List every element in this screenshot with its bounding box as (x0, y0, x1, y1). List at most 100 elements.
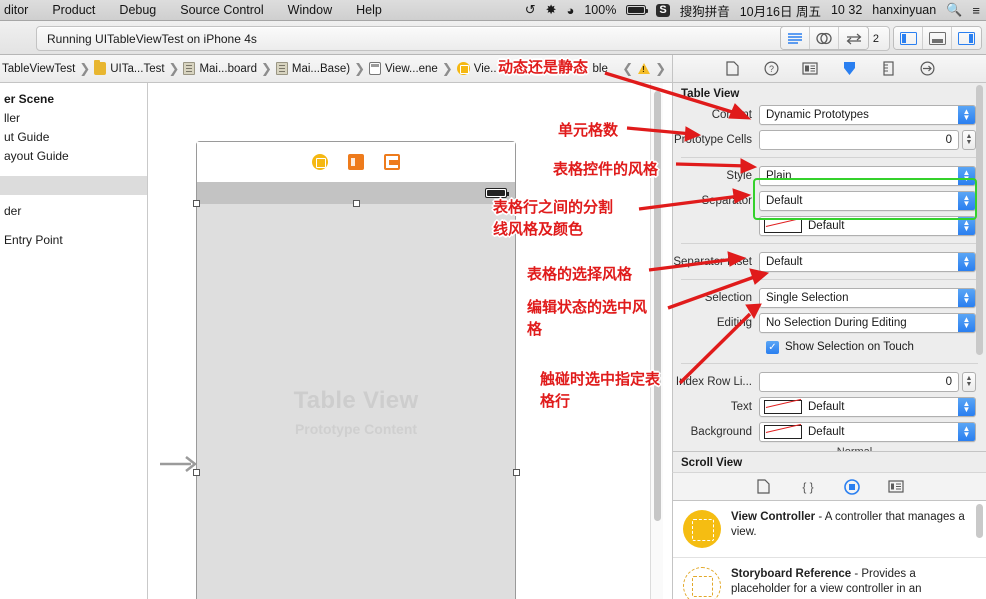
inspector-row-content[interactable]: Content Dynamic Prototypes ▲ ▼ (673, 104, 986, 126)
size-inspector-tab[interactable] (880, 60, 897, 77)
outline-row-top-layout-guide[interactable]: ut Guide (0, 128, 147, 147)
breadcrumb-item-group[interactable]: UITa...Test (92, 60, 166, 75)
checkbox-checked-icon[interactable]: ✓ (766, 340, 779, 354)
utilities-toggle-button[interactable] (952, 27, 981, 49)
navigator-toggle-button[interactable] (894, 27, 923, 49)
list-item[interactable]: Storyboard Reference - Provides a placeh… (673, 558, 986, 599)
outline-row-table-view[interactable] (0, 176, 147, 195)
chevron-updown-icon[interactable]: ▲ ▼ (958, 398, 975, 416)
index-text-color-popup[interactable]: Default ▲ ▼ (759, 397, 976, 417)
menubar-user[interactable]: hanxinyuan (872, 3, 936, 17)
outline-row-scene[interactable]: er Scene (0, 90, 147, 109)
color-well-icon[interactable] (764, 400, 802, 414)
resize-handle[interactable] (193, 200, 200, 207)
list-item[interactable]: View Controller - A controller that mana… (673, 501, 986, 558)
menu-item-help[interactable]: Help (344, 0, 394, 20)
breadcrumb-item-table-view[interactable]: ble (591, 63, 610, 75)
resize-handle[interactable] (353, 200, 360, 207)
content-popup[interactable]: Dynamic Prototypes ▲ ▼ (759, 105, 976, 125)
outline-row-storyboard-entry-point[interactable]: Entry Point (0, 231, 147, 250)
breadcrumb-item-storyboard[interactable]: Mai...board (181, 62, 259, 75)
color-well-icon[interactable] (764, 425, 802, 439)
standard-editor-button[interactable] (781, 27, 810, 49)
index-background-color-popup[interactable]: Default ▲ ▼ (759, 422, 976, 442)
input-method-label[interactable]: 搜狗拼音 (680, 1, 730, 20)
inspector-row-separator-color[interactable]: Default ▲ ▼ (673, 215, 986, 237)
menu-item-window[interactable]: Window (276, 0, 344, 20)
editing-popup[interactable]: No Selection During Editing ▲ ▼ (759, 313, 976, 333)
chevron-updown-icon[interactable]: ▲ ▼ (958, 192, 975, 210)
inspector-row-separator-inset[interactable]: Separator Inset Default ▲ ▼ (673, 251, 986, 273)
time-machine-icon[interactable]: ↺ (525, 2, 536, 18)
exit-icon[interactable] (384, 154, 400, 170)
inspector-row-prototype-cells[interactable]: Prototype Cells 0 ▲ ▼ (673, 129, 986, 151)
menu-item-editor[interactable]: ditor (0, 0, 40, 20)
resize-handle[interactable] (193, 469, 200, 476)
inspector-row-index-background-color[interactable]: Background Default ▲ ▼ (673, 421, 986, 443)
quick-help-tab[interactable]: ? (763, 60, 780, 77)
object-library-list[interactable]: View Controller - A controller that mana… (672, 500, 986, 599)
menu-item-debug[interactable]: Debug (107, 0, 168, 20)
chevron-updown-icon[interactable]: ▲ ▼ (958, 106, 975, 124)
code-snippet-library-tab[interactable]: { } (799, 478, 817, 496)
version-editor-button[interactable] (839, 27, 868, 49)
search-icon[interactable]: 🔍 (946, 2, 962, 18)
inspector-vertical-scrollbar[interactable] (974, 85, 985, 449)
scrollbar-thumb[interactable] (654, 91, 661, 521)
notification-center-icon[interactable]: ≡ (972, 3, 980, 18)
breadcrumb-item-project[interactable]: TableViewTest (0, 63, 77, 75)
battery-icon[interactable] (626, 5, 649, 15)
breadcrumb-item-scene[interactable]: View...ene (367, 62, 440, 75)
debug-area-toggle-button[interactable] (923, 27, 952, 49)
first-responder-icon[interactable] (348, 154, 364, 170)
view-controller-icon[interactable] (312, 154, 328, 170)
outline-row-bottom-layout-guide[interactable]: ayout Guide (0, 147, 147, 166)
chevron-updown-icon[interactable]: ▲ ▼ (958, 314, 975, 332)
chevron-updown-icon[interactable]: ▲ ▼ (958, 423, 975, 441)
chevron-updown-icon[interactable]: ▲ ▼ (958, 289, 975, 307)
connections-inspector-tab[interactable] (919, 60, 936, 77)
inspector-row-index-text-color[interactable]: Text Default ▲ ▼ (673, 396, 986, 418)
style-popup[interactable]: Plain ▲ ▼ (759, 166, 976, 186)
outline-row-first-responder[interactable]: der (0, 202, 147, 221)
document-outline[interactable]: er Scene ller ut Guide ayout Guide der E… (0, 83, 148, 599)
input-method-badge[interactable]: S (656, 3, 670, 17)
view-controller-scene[interactable]: Table View Prototype Content (193, 141, 520, 599)
attributes-inspector-tab[interactable] (841, 60, 858, 77)
separator-color-popup[interactable]: Default ▲ ▼ (759, 216, 976, 236)
media-library-tab[interactable] (887, 478, 905, 496)
file-inspector-tab[interactable] (724, 60, 741, 77)
inspector-row-style[interactable]: Style Plain ▲ ▼ (673, 165, 986, 187)
separator-inset-popup[interactable]: Default ▲ ▼ (759, 252, 976, 272)
file-template-library-tab[interactable] (755, 478, 773, 496)
chevron-updown-icon[interactable]: ▲ ▼ (958, 217, 975, 235)
table-view-placeholder[interactable]: Table View Prototype Content (197, 204, 515, 599)
separator-popup[interactable]: Default ▲ ▼ (759, 191, 976, 211)
index-row-limit-field[interactable]: 0 (759, 372, 959, 392)
inspector-row-separator[interactable]: Separator Default ▲ ▼ (673, 190, 986, 212)
inspector-row-selection[interactable]: Selection Single Selection ▲ ▼ (673, 287, 986, 309)
previous-issue-button[interactable]: ❮ (622, 61, 633, 77)
library-vertical-scrollbar[interactable] (975, 504, 984, 596)
next-issue-button[interactable]: ❯ (655, 61, 666, 77)
menu-item-source-control[interactable]: Source Control (168, 0, 275, 20)
breadcrumb-item-base[interactable]: Mai...Base) (274, 62, 352, 75)
chevron-updown-icon[interactable]: ▲ ▼ (958, 167, 975, 185)
scrollbar-thumb[interactable] (976, 504, 983, 538)
color-well-icon[interactable] (764, 219, 802, 233)
warning-triangle-icon[interactable] (638, 63, 651, 74)
chevron-updown-icon[interactable]: ▲ ▼ (958, 253, 975, 271)
bluetooth-icon[interactable]: ✸ (546, 2, 557, 18)
menu-item-product[interactable]: Product (40, 0, 107, 20)
prototype-cells-field[interactable]: 0 (759, 130, 959, 150)
identity-inspector-tab[interactable] (802, 60, 819, 77)
scrollbar-thumb[interactable] (976, 85, 983, 355)
inspector-row-index-row-limit[interactable]: Index Row Li... 0 ▲ ▼ (673, 371, 986, 393)
assistant-editor-button[interactable] (810, 27, 839, 49)
wifi-icon[interactable]: ◕ (567, 3, 575, 18)
inspector-row-editing[interactable]: Editing No Selection During Editing ▲ ▼ (673, 312, 986, 334)
attributes-inspector[interactable]: Table View Content Dynamic Prototypes ▲ ▼… (672, 83, 986, 451)
outline-row-view-controller[interactable]: ller (0, 109, 147, 128)
show-selection-on-touch-row[interactable]: ✓ Show Selection on Touch (673, 337, 986, 357)
object-library-tab[interactable] (843, 478, 861, 496)
